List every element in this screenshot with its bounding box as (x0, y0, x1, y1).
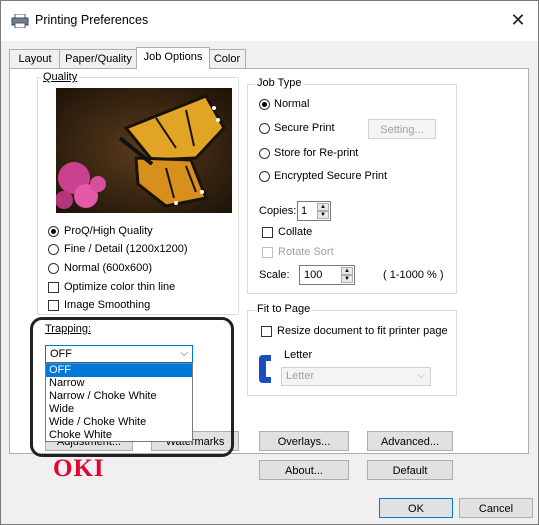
trapping-option-off[interactable]: OFF (46, 364, 192, 377)
trapping-selected-value: OFF (50, 348, 72, 360)
rotate-sort-label: Rotate Sort (278, 246, 334, 258)
tab-layout[interactable]: Layout (9, 49, 61, 68)
tab-paper-quality[interactable]: Paper/Quality (59, 49, 138, 68)
image-smoothing-checkbox[interactable] (48, 300, 59, 311)
printing-preferences-window: Printing Preferences ✕ Layout Paper/Qual… (0, 0, 539, 525)
job-type-label: Job Type (255, 77, 304, 89)
spin-up-icon[interactable]: ▲ (317, 203, 329, 211)
letter-select-value: Letter (286, 370, 315, 382)
job-secure-print-label: Secure Print (274, 122, 335, 134)
quality-proq-label: ProQ/High Quality (64, 225, 153, 237)
scale-value: 100 (304, 269, 323, 281)
quality-fine-radio[interactable] (48, 244, 59, 255)
chevron-down-icon: ⌵ (417, 370, 425, 381)
tab-color[interactable]: Color (208, 49, 246, 68)
trapping-select[interactable]: OFF ⌵ (45, 345, 193, 363)
scale-label: Scale: (259, 269, 290, 281)
job-store-reprint-radio[interactable] (259, 148, 270, 159)
trapping-option-narrow-choke-white[interactable]: Narrow / Choke White (46, 390, 192, 403)
trapping-option-narrow[interactable]: Narrow (46, 377, 192, 390)
oki-logo: OKI (53, 455, 105, 482)
setting-button[interactable]: Setting... (368, 119, 436, 139)
job-encrypted-radio[interactable] (259, 171, 270, 182)
chevron-down-icon: ⌵ (180, 348, 188, 359)
fit-to-page-label: Fit to Page (255, 303, 313, 315)
scale-range-label: ( 1-1000 % ) (383, 269, 444, 281)
rotate-sort-checkbox[interactable] (262, 247, 273, 258)
ok-button[interactable]: OK (379, 498, 453, 518)
trapping-option-wide-choke-white[interactable]: Wide / Choke White (46, 416, 192, 429)
job-type-group (247, 84, 457, 294)
letter-label: Letter (284, 349, 313, 361)
about-button[interactable]: About... (259, 460, 349, 480)
collate-checkbox[interactable] (262, 227, 273, 238)
trapping-option-wide[interactable]: Wide (46, 403, 192, 416)
printer-icon (11, 13, 29, 29)
quality-proq-radio[interactable] (48, 226, 59, 237)
optimize-color-checkbox[interactable] (48, 282, 59, 293)
image-smoothing-label: Image Smoothing (64, 299, 151, 311)
trapping-options-list: OFF Narrow Narrow / Choke White Wide Wid… (45, 363, 193, 442)
cancel-button[interactable]: Cancel (459, 498, 533, 518)
portrait-orientation-icon (257, 353, 273, 385)
scale-spinner[interactable]: 100 ▲ ▼ (299, 265, 355, 285)
trapping-label: Trapping: (45, 323, 92, 335)
job-normal-radio[interactable] (259, 99, 270, 110)
trapping-option-choke-white[interactable]: Choke White (46, 429, 192, 442)
overlays-button[interactable]: Overlays... (259, 431, 349, 451)
optimize-color-label: Optimize color thin line (64, 281, 176, 293)
job-normal-label: Normal (274, 98, 310, 110)
collate-label: Collate (278, 226, 313, 238)
job-store-reprint-label: Store for Re-print (274, 147, 359, 159)
tab-job-options[interactable]: Job Options (136, 47, 210, 69)
window-title: Printing Preferences (35, 13, 149, 27)
title-bar: Printing Preferences ✕ (1, 1, 538, 41)
resize-document-label: Resize document to fit printer page (277, 325, 448, 337)
spin-up-icon[interactable]: ▲ (341, 267, 353, 275)
spin-down-icon[interactable]: ▼ (341, 275, 353, 283)
butterfly-preview-image (56, 88, 232, 213)
spin-down-icon[interactable]: ▼ (317, 211, 329, 219)
letter-select[interactable]: Letter ⌵ (281, 367, 431, 386)
copies-spinner[interactable]: 1 ▲ ▼ (297, 201, 331, 221)
quality-fine-label: Fine / Detail (1200x1200) (64, 243, 188, 255)
quality-normal-label: Normal (600x600) (64, 262, 153, 274)
quality-label: Quality (41, 71, 80, 83)
resize-document-checkbox[interactable] (261, 326, 272, 337)
job-secure-print-radio[interactable] (259, 123, 270, 134)
default-button[interactable]: Default (367, 460, 453, 480)
quality-normal-radio[interactable] (48, 263, 59, 274)
job-encrypted-label: Encrypted Secure Print (274, 170, 388, 182)
copies-value: 1 (301, 205, 308, 217)
advanced-button[interactable]: Advanced... (367, 431, 453, 451)
copies-label: Copies: (259, 205, 297, 217)
close-icon[interactable]: ✕ (504, 7, 532, 33)
